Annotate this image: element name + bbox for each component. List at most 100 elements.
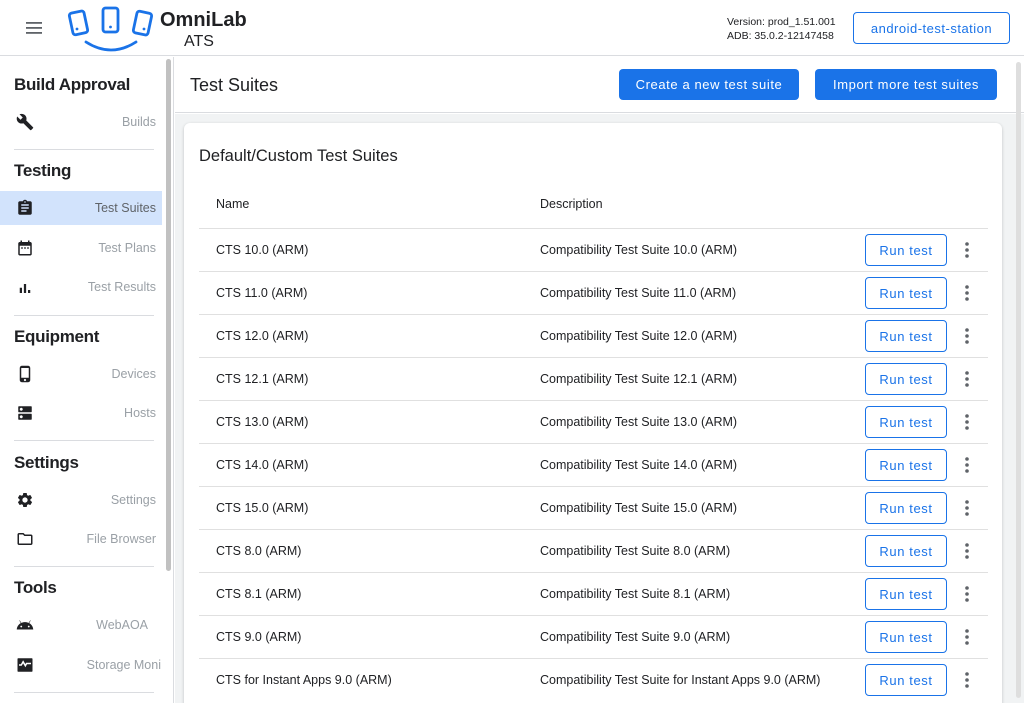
run-test-button[interactable]: Run test xyxy=(865,621,947,653)
calendar-icon xyxy=(16,239,34,257)
suite-name: CTS 13.0 (ARM) xyxy=(216,415,309,429)
run-test-button[interactable]: Run test xyxy=(865,578,947,610)
table-row: CTS 11.0 (ARM) Compatibility Test Suite … xyxy=(199,271,988,314)
sidebar-item-test-plans[interactable]: Test Plans xyxy=(0,231,162,265)
more-vert-icon[interactable] xyxy=(959,540,975,562)
suite-name: CTS 8.0 (ARM) xyxy=(216,544,302,558)
sidebar-item-builds[interactable]: Builds xyxy=(0,105,162,139)
page-header: Test Suites Create a new test suite Impo… xyxy=(175,57,1024,113)
phone-icon xyxy=(16,365,34,383)
run-test-button[interactable]: Run test xyxy=(865,449,947,481)
section-title-build-approval: Build Approval xyxy=(14,75,131,94)
sidebar: Build Approval Builds Testing Test Suite… xyxy=(0,57,174,703)
suite-description: Compatibility Test Suite for Instant App… xyxy=(540,673,821,687)
version-line: Version: prod_1.51.001 xyxy=(727,16,836,28)
run-test-button[interactable]: Run test xyxy=(865,492,947,524)
run-test-button[interactable]: Run test xyxy=(865,664,947,696)
more-vert-icon[interactable] xyxy=(959,282,975,304)
sidebar-item-storage-monitor[interactable]: Storage Moni xyxy=(0,648,162,682)
sidebar-item-label: Test Results xyxy=(87,280,156,294)
run-test-button[interactable]: Run test xyxy=(865,535,947,567)
suite-description: Compatibility Test Suite 10.0 (ARM) xyxy=(540,243,738,257)
monitor-icon xyxy=(16,656,34,674)
column-header-name: Name xyxy=(216,197,250,211)
brand-subtitle: ATS xyxy=(184,33,214,50)
more-vert-icon[interactable] xyxy=(959,454,975,476)
table-row: CTS 15.0 (ARM) Compatibility Test Suite … xyxy=(199,486,988,529)
server-icon xyxy=(16,404,34,422)
suite-description: Compatibility Test Suite 12.1 (ARM) xyxy=(540,372,738,386)
run-test-button[interactable]: Run test xyxy=(865,320,947,352)
version-info: Version: prod_1.51.001 ADB: 35.0.2-12147… xyxy=(727,15,836,43)
import-test-suites-button[interactable]: Import more test suites xyxy=(815,69,997,100)
sidebar-item-hosts[interactable]: Hosts xyxy=(0,396,162,430)
suite-description: Compatibility Test Suite 15.0 (ARM) xyxy=(540,501,738,515)
sidebar-divider xyxy=(14,566,154,567)
sidebar-item-label: Storage Moni xyxy=(86,658,161,672)
sidebar-divider xyxy=(14,149,154,150)
suite-name: CTS 9.0 (ARM) xyxy=(216,630,302,644)
more-vert-icon[interactable] xyxy=(959,583,975,605)
sidebar-item-label: Test Suites xyxy=(94,201,156,215)
station-button[interactable]: android-test-station xyxy=(853,12,1010,44)
suite-name: CTS 12.1 (ARM) xyxy=(216,372,309,386)
sidebar-item-file-browser[interactable]: File Browser xyxy=(0,522,162,556)
sidebar-scrollbar[interactable] xyxy=(166,59,171,571)
table-row: CTS 12.0 (ARM) Compatibility Test Suite … xyxy=(199,314,988,357)
run-test-button[interactable]: Run test xyxy=(865,234,947,266)
suite-description: Compatibility Test Suite 9.0 (ARM) xyxy=(540,630,731,644)
table-row: CTS 14.0 (ARM) Compatibility Test Suite … xyxy=(199,443,988,486)
card-title: Default/Custom Test Suites xyxy=(199,147,398,165)
section-title-settings: Settings xyxy=(14,453,79,472)
wrench-icon xyxy=(16,113,34,131)
section-title-testing: Testing xyxy=(14,161,72,180)
create-test-suite-button[interactable]: Create a new test suite xyxy=(619,69,799,100)
suite-description: Compatibility Test Suite 8.1 (ARM) xyxy=(540,587,731,601)
bar-chart-icon xyxy=(16,278,34,296)
table-row: CTS 8.0 (ARM) Compatibility Test Suite 8… xyxy=(199,529,988,572)
sidebar-item-label: WebAOA xyxy=(96,618,148,632)
menu-icon[interactable] xyxy=(24,18,44,38)
run-test-button[interactable]: Run test xyxy=(865,363,947,395)
sidebar-item-label: File Browser xyxy=(86,532,156,546)
suite-description: Compatibility Test Suite 12.0 (ARM) xyxy=(540,329,738,343)
run-test-button[interactable]: Run test xyxy=(865,277,947,309)
sidebar-item-webaoa[interactable]: WebAOA xyxy=(0,608,162,642)
page-scrollbar[interactable] xyxy=(1016,62,1021,698)
suite-name: CTS for Instant Apps 9.0 (ARM) xyxy=(216,673,392,687)
sidebar-item-test-suites[interactable]: Test Suites xyxy=(0,191,162,225)
section-title-tools: Tools xyxy=(14,578,57,597)
sidebar-divider xyxy=(14,440,154,441)
more-vert-icon[interactable] xyxy=(959,411,975,433)
more-vert-icon[interactable] xyxy=(959,669,975,691)
clipboard-icon xyxy=(16,199,34,217)
suite-name: CTS 15.0 (ARM) xyxy=(216,501,309,515)
folder-icon xyxy=(16,530,34,548)
more-vert-icon[interactable] xyxy=(959,325,975,347)
sidebar-item-devices[interactable]: Devices xyxy=(0,357,162,391)
more-vert-icon[interactable] xyxy=(959,239,975,261)
more-vert-icon[interactable] xyxy=(959,368,975,390)
suite-name: CTS 11.0 (ARM) xyxy=(216,286,308,300)
suite-name: CTS 14.0 (ARM) xyxy=(216,458,309,472)
table-row: CTS 8.1 (ARM) Compatibility Test Suite 8… xyxy=(199,572,988,615)
section-title-equipment: Equipment xyxy=(14,327,100,346)
column-header-description: Description xyxy=(540,197,603,211)
suite-name: CTS 8.1 (ARM) xyxy=(216,587,302,601)
sidebar-item-settings[interactable]: Settings xyxy=(0,483,162,517)
sidebar-divider xyxy=(14,315,154,316)
top-app-bar: OmniLab ATS Version: prod_1.51.001 ADB: … xyxy=(0,0,1024,56)
sidebar-divider xyxy=(14,692,154,693)
more-vert-icon[interactable] xyxy=(959,626,975,648)
phones-logo-icon xyxy=(66,4,156,54)
table-row: CTS 12.1 (ARM) Compatibility Test Suite … xyxy=(199,357,988,400)
more-vert-icon[interactable] xyxy=(959,497,975,519)
suite-name: CTS 12.0 (ARM) xyxy=(216,329,309,343)
run-test-button[interactable]: Run test xyxy=(865,406,947,438)
suite-name: CTS 10.0 (ARM) xyxy=(216,243,309,257)
android-icon xyxy=(16,616,34,634)
sidebar-item-label: Hosts xyxy=(124,406,156,420)
table-row: CTS for Instant Apps 9.0 (ARM) Compatibi… xyxy=(199,658,988,701)
sidebar-item-test-results[interactable]: Test Results xyxy=(0,270,162,304)
suite-description: Compatibility Test Suite 13.0 (ARM) xyxy=(540,415,738,429)
